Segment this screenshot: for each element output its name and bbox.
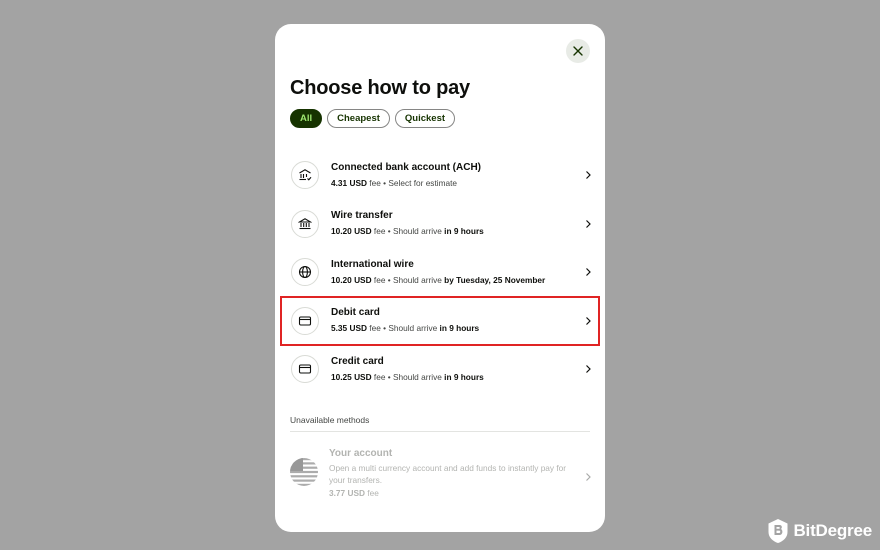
close-button[interactable] <box>566 39 590 63</box>
method-fee-suffix: fee • Should arrive <box>371 274 445 285</box>
filter-chips: All Cheapest Quickest <box>290 109 456 128</box>
method-fee: 10.20 USD <box>331 274 372 285</box>
method-name: Connected bank account (ACH) <box>331 161 482 173</box>
chevron-right-icon <box>586 473 591 481</box>
close-icon <box>573 46 583 56</box>
payment-method-modal: Choose how to pay All Cheapest Quickest … <box>275 24 605 532</box>
method-fee-suffix: fee • Should arrive <box>371 226 445 237</box>
method-arrival: in 9 hours <box>439 323 480 334</box>
method-fee: 5.35 USD <box>331 323 367 334</box>
method-ach[interactable]: Connected bank account (ACH) 4.31 USD fe… <box>281 151 599 200</box>
method-name: Your account <box>329 448 393 459</box>
chevron-right-icon <box>586 365 591 374</box>
method-name: Debit card <box>331 307 380 319</box>
method-fee: 3.77 USD <box>329 488 365 498</box>
method-wire-transfer[interactable]: Wire transfer 10.20 USD fee • Should arr… <box>281 200 599 249</box>
method-fee: 4.31 USD <box>331 177 367 188</box>
globe-icon <box>291 258 319 287</box>
watermark-text: BitDegree <box>793 521 872 540</box>
bank-connected-icon <box>291 161 319 190</box>
method-your-account-unavailable: Your account Open a multi currency accou… <box>281 442 599 512</box>
card-icon <box>291 355 319 384</box>
unavailable-methods-label: Unavailable methods <box>290 415 370 425</box>
method-fee-suffix: fee • Select for estimate <box>366 177 458 188</box>
filter-quickest[interactable]: Quickest <box>394 109 456 128</box>
method-details: 4.31 USD fee • Select for estimate <box>331 176 599 190</box>
method-name: International wire <box>331 258 414 270</box>
method-description: Open a multi currency account and add fu… <box>329 463 567 485</box>
method-arrival: by Tuesday, 25 November <box>444 274 546 285</box>
payment-methods-list: Connected bank account (ACH) 4.31 USD fe… <box>280 151 600 394</box>
chevron-right-icon <box>586 171 591 180</box>
page-title: Choose how to pay <box>290 77 470 99</box>
method-name: Wire transfer <box>331 210 393 222</box>
method-arrival: in 9 hours <box>444 371 484 382</box>
method-name: Credit card <box>331 355 384 367</box>
method-fee: 10.20 USD <box>331 226 372 237</box>
filter-cheapest[interactable]: Cheapest <box>327 109 390 128</box>
bitdegree-watermark: BitDegree <box>767 518 872 544</box>
chevron-right-icon <box>586 268 591 277</box>
us-flag-icon <box>290 458 318 486</box>
method-international-wire[interactable]: International wire 10.20 USD fee • Shoul… <box>281 248 599 297</box>
filter-all[interactable]: All <box>290 109 323 128</box>
method-fee-suffix: fee • Should arrive <box>366 323 440 334</box>
chevron-right-icon <box>586 316 591 325</box>
method-fee-line: 3.77 USD fee <box>329 488 379 498</box>
bank-icon <box>291 209 319 238</box>
method-fee: 10.25 USD <box>331 371 372 382</box>
method-details: 10.25 USD fee • Should arrive in 9 hours <box>331 370 599 384</box>
divider <box>290 431 590 432</box>
method-debit-card[interactable]: Debit card 5.35 USD fee • Should arrive … <box>280 295 600 346</box>
method-arrival: in 9 hours <box>444 226 484 237</box>
method-fee-suffix: fee <box>364 488 379 498</box>
chevron-right-icon <box>586 219 591 228</box>
card-icon <box>291 306 319 335</box>
method-details: 10.20 USD fee • Should arrive by Tuesday… <box>331 273 599 287</box>
bitdegree-logo-icon <box>768 519 788 543</box>
method-fee-suffix: fee • Should arrive <box>371 371 445 382</box>
method-details: 10.20 USD fee • Should arrive in 9 hours <box>331 224 599 238</box>
method-details: 5.35 USD fee • Should arrive in 9 hours <box>331 321 599 335</box>
method-credit-card[interactable]: Credit card 10.25 USD fee • Should arriv… <box>281 345 599 394</box>
